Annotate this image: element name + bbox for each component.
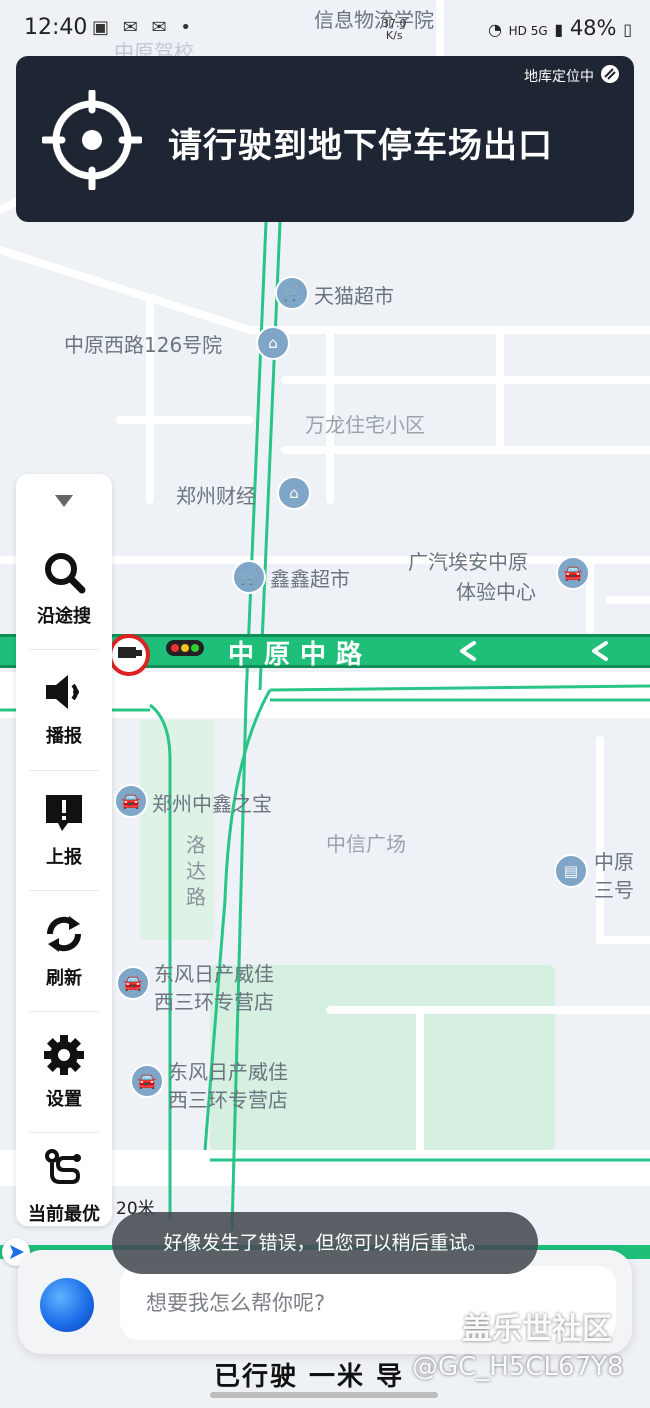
battery-level: 48% <box>569 16 617 40</box>
status-right: ◔ HD 5G ▮ 48% ▯ <box>488 16 632 40</box>
poi-label: 东风日产威佳 <box>154 962 274 986</box>
poi-label: 体验中心 <box>456 580 536 604</box>
sidebar-item-label: 当前最优 <box>28 1204 100 1225</box>
poi-label: 东风日产威佳 <box>168 1060 288 1084</box>
sidebar-item-label: 沿途搜 <box>37 606 91 627</box>
poi-label: 中原 <box>594 850 634 874</box>
broadcast-button[interactable]: 播报 <box>16 650 112 770</box>
residence-icon[interactable]: ⌂ <box>256 326 290 360</box>
network-type: HD 5G <box>508 24 548 38</box>
poi-label: 万龙住宅小区 <box>305 413 425 437</box>
satellite-icon <box>601 65 619 83</box>
building-icon[interactable]: ▤ <box>554 854 588 888</box>
poi-label: 中原西路126号院 <box>64 333 223 357</box>
location-status: 地库定位中 <box>524 69 594 85</box>
car-icon[interactable]: 🚘 <box>114 784 148 818</box>
poi-label: 西三环专营店 <box>168 1088 288 1112</box>
map-tool-sidebar: 沿途搜 播报 上报 刷新 设置 当前最优 <box>16 474 112 1226</box>
battery-icon: ▯ <box>623 20 632 39</box>
car-icon[interactable]: 🚘 <box>116 966 150 1000</box>
cart-icon[interactable]: 🛒 <box>275 276 309 310</box>
error-toast: 好像发生了错误，但您可以稍后重试。 <box>112 1212 538 1274</box>
report-icon <box>46 795 82 831</box>
poi-label: 天猫超市 <box>314 284 394 308</box>
school-icon[interactable]: ⌂ <box>277 476 311 510</box>
wifi-icon: ◔ <box>487 20 502 39</box>
route-icon <box>45 1149 81 1184</box>
sidebar-item-label: 播报 <box>46 726 82 747</box>
watermark-site: 盖乐世社区 <box>462 1312 612 1347</box>
poi-label: 鑫鑫超市 <box>270 567 350 591</box>
notification-icons: ▣ ✉ ✉ • <box>92 17 195 38</box>
signal-icon: ▮ <box>554 20 564 39</box>
car-icon[interactable]: 🚘 <box>556 556 590 590</box>
refresh-icon <box>46 916 82 952</box>
navigation-banner[interactable]: 地库定位中 请行驶到地下停车场出口 <box>16 56 634 222</box>
along-route-search-button[interactable]: 沿途搜 <box>16 530 112 650</box>
sidebar-item-label: 设置 <box>46 1089 82 1110</box>
network-speed: 37.0 K/s <box>382 17 407 42</box>
road-label-vertical: 洛达路 <box>186 833 206 909</box>
assistant-orb-icon[interactable] <box>40 1278 94 1332</box>
speaker-icon <box>46 675 79 709</box>
status-time: 12:40 <box>24 15 88 40</box>
watermark-user: @GC_H5CL67Y8 <box>412 1352 624 1382</box>
gear-icon <box>44 1035 84 1075</box>
poi-label: 三号 <box>594 878 634 902</box>
poi-label: 广汽埃安中原 <box>408 550 528 574</box>
home-indicator[interactable] <box>210 1392 438 1398</box>
road-name-label: 中原中路 <box>228 640 373 670</box>
speed-camera-icon <box>108 634 150 676</box>
settings-button[interactable]: 设置 <box>16 1013 112 1133</box>
report-button[interactable]: 上报 <box>16 771 112 891</box>
car-icon[interactable]: 🚘 <box>130 1064 164 1098</box>
obscured-bottom-text: 已行驶 一米 导 <box>214 1362 405 1392</box>
crosshair-target-icon <box>42 90 142 190</box>
poi-label: 西三环专营店 <box>154 990 274 1014</box>
poi-label: 中信广场 <box>326 832 406 856</box>
best-route-button[interactable]: 当前最优 <box>16 1134 112 1254</box>
poi-label: 郑州中鑫之宝 <box>152 792 272 816</box>
divider <box>30 1011 98 1012</box>
search-icon <box>45 553 86 594</box>
nav-instruction: 请行驶到地下停车场出口 <box>168 126 553 166</box>
cart-icon[interactable]: 🛒 <box>232 560 266 594</box>
divider <box>30 1132 98 1133</box>
collapse-arrow-icon[interactable] <box>54 494 74 508</box>
divider <box>30 890 98 891</box>
poi-label: 郑州财经 <box>176 484 256 508</box>
sidebar-item-label: 刷新 <box>46 968 82 989</box>
traffic-light-icon <box>166 640 204 656</box>
refresh-button[interactable]: 刷新 <box>16 892 112 1012</box>
status-bar: 12:40 ▣ ✉ ✉ • 37.0 K/s ◔ HD 5G ▮ 48% ▯ <box>0 0 650 56</box>
sidebar-item-label: 上报 <box>46 847 82 868</box>
